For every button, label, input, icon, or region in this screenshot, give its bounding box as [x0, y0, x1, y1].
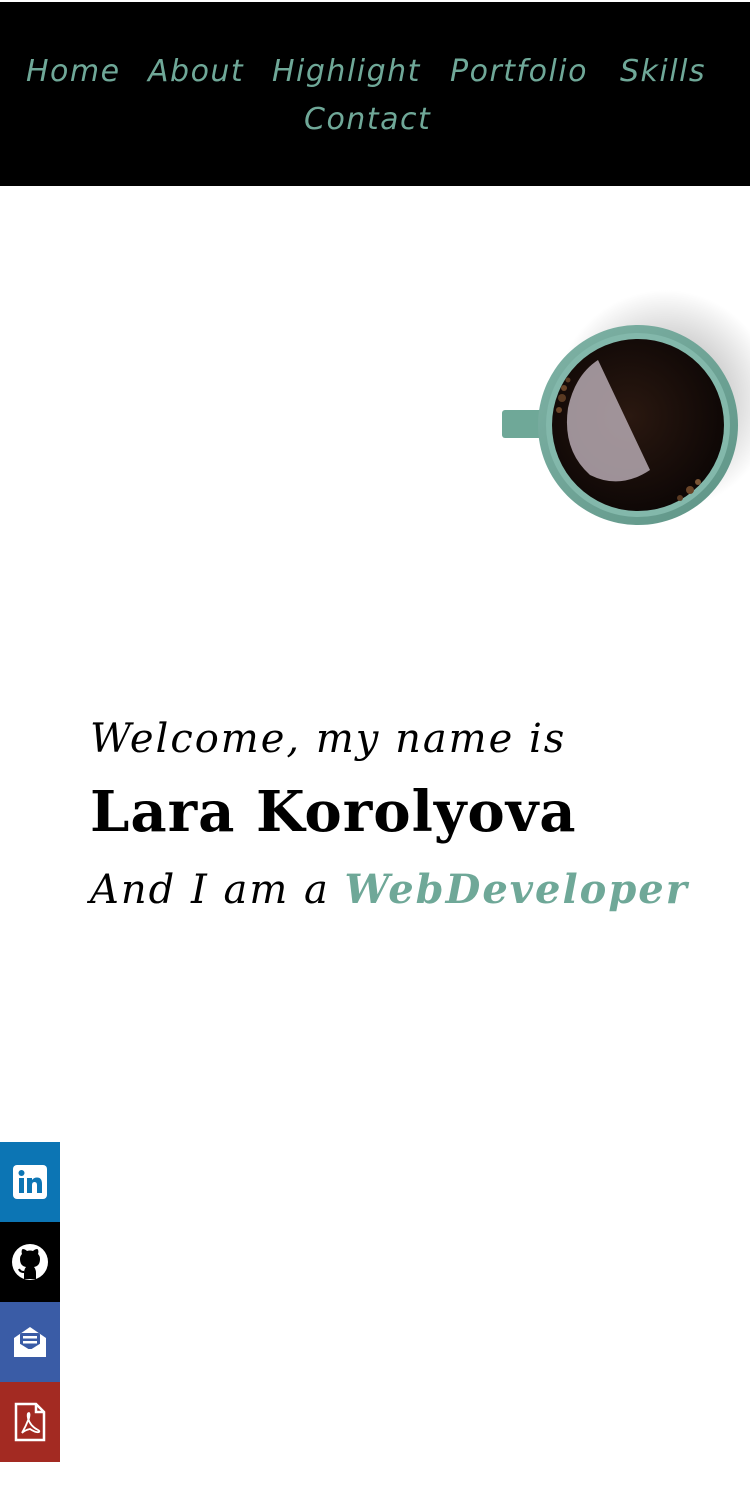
hero-role-prefix: And I am a: [90, 867, 330, 913]
nav-link-about[interactable]: About: [148, 54, 244, 90]
nav-link-home[interactable]: Home: [26, 54, 121, 90]
hero-name-heading: Lara Korolyova: [90, 779, 577, 845]
nav-link-portfolio[interactable]: Portfolio: [450, 54, 588, 90]
linkedin-icon: [13, 1165, 47, 1199]
nav-link-contact[interactable]: Contact: [304, 102, 431, 138]
hero-role-line: And I am a WebDeveloper: [90, 862, 689, 918]
nav-link-skills[interactable]: Skills: [620, 54, 706, 90]
email-link[interactable]: [0, 1302, 60, 1382]
linkedin-link[interactable]: [0, 1142, 60, 1222]
hero-role-accent: WebDeveloper: [344, 866, 689, 913]
top-navbar: Home About Highlight Portfolio Skills Co…: [0, 2, 750, 186]
resume-pdf-link[interactable]: [0, 1382, 60, 1462]
github-link[interactable]: [0, 1222, 60, 1302]
email-icon: [14, 1327, 46, 1357]
github-icon: [12, 1244, 48, 1280]
coffee-cup-image: [480, 290, 750, 560]
page: Home About Highlight Portfolio Skills Co…: [0, 0, 750, 1490]
nav-link-highlight[interactable]: Highlight: [272, 54, 421, 90]
hero-welcome-text: Welcome, my name is: [90, 716, 567, 762]
pdf-icon: [14, 1402, 46, 1442]
